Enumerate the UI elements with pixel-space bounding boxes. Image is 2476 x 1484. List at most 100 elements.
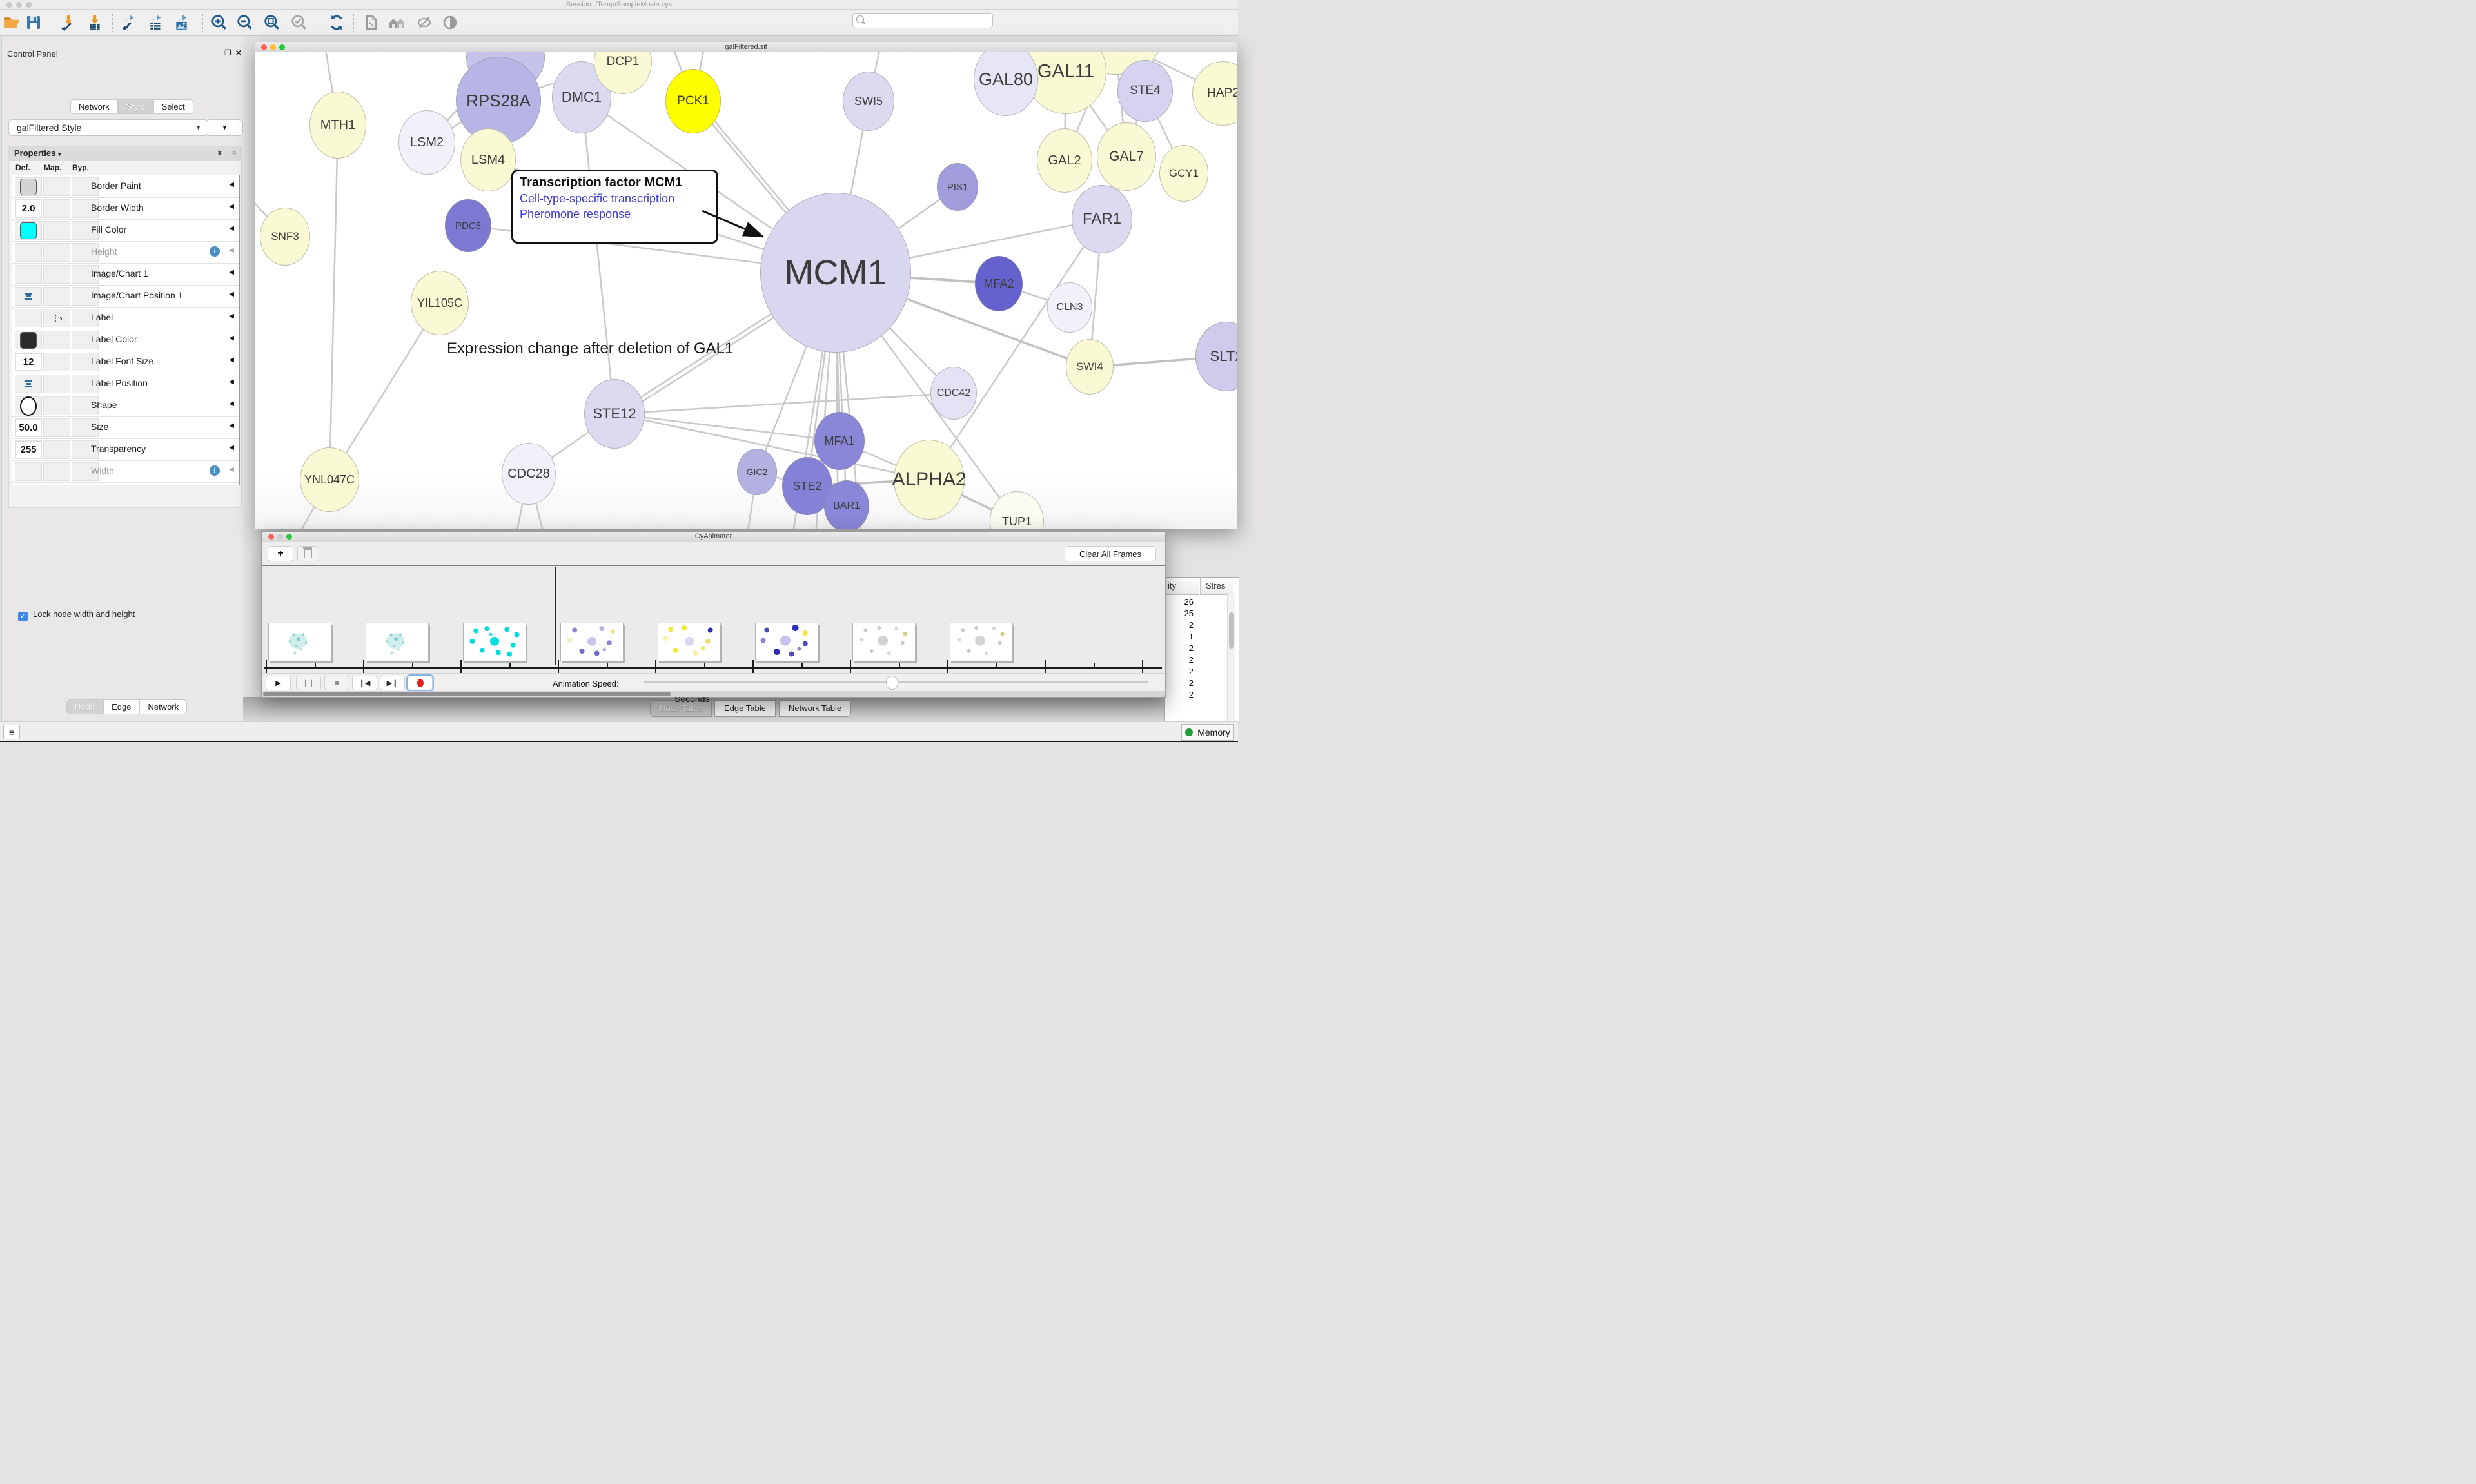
property-row-label-color[interactable]: Label Color◀: [12, 329, 239, 351]
tab-style[interactable]: Style: [118, 99, 153, 114]
default-value-cell[interactable]: 2.0: [15, 199, 42, 218]
mapping-value-cell[interactable]: [43, 221, 70, 240]
table-cell[interactable]: 2: [1165, 690, 1194, 699]
default-value-cell[interactable]: [15, 287, 42, 306]
network-overview-button donut-icon[interactable]: [441, 14, 459, 32]
expand-row-icon[interactable]: ◀: [229, 335, 234, 342]
mapping-value-cell[interactable]: [43, 353, 70, 371]
memory-button[interactable]: Memory: [1181, 724, 1234, 741]
tab-network-table[interactable]: Network Table: [779, 700, 851, 717]
property-row-label-font-size[interactable]: 12Label Font Size◀: [12, 351, 239, 373]
table-cell[interactable]: 2: [1165, 667, 1194, 676]
tab-node[interactable]: Node: [66, 699, 103, 714]
zoom-fit-button[interactable]: [263, 14, 281, 32]
default-value-cell[interactable]: [15, 331, 42, 349]
timeline-playhead[interactable]: [555, 567, 556, 665]
property-row-fill-color[interactable]: Fill Color◀: [12, 219, 239, 242]
mapping-value-cell[interactable]: [43, 375, 70, 393]
export-network-button[interactable]: [120, 14, 138, 32]
default-value-cell[interactable]: [15, 375, 42, 393]
mapping-value-cell[interactable]: [43, 177, 70, 196]
expand-row-icon[interactable]: ◀: [229, 400, 234, 407]
stop-button[interactable]: ■: [324, 676, 349, 690]
table-cell[interactable]: 2: [1165, 655, 1194, 665]
zoom-selected-button[interactable]: [290, 14, 308, 32]
property-row-label[interactable]: ⋮›Label◀: [12, 307, 239, 329]
mapping-value-cell[interactable]: [43, 418, 70, 437]
default-value-cell[interactable]: 255: [15, 440, 42, 459]
default-value-cell[interactable]: [15, 462, 42, 481]
cyanimator-titlebar[interactable]: CyAnimator: [262, 532, 1165, 542]
frame-thumbnail-2[interactable]: [463, 623, 526, 661]
table-vertical-scrollbar[interactable]: [1227, 594, 1235, 722]
property-row-border-paint[interactable]: Border Paint◀: [12, 175, 239, 198]
table-cell[interactable]: 2: [1165, 678, 1194, 688]
close-panel-icon[interactable]: ✕: [235, 48, 242, 57]
style-selector-dropdown[interactable]: galFiltered Style▼: [8, 119, 208, 136]
zoom-in-button[interactable]: [210, 14, 228, 32]
tab-edge[interactable]: Edge: [103, 699, 139, 714]
save-session-button floppy-icon[interactable]: [25, 14, 43, 32]
zoom-out-button[interactable]: [236, 14, 254, 32]
frame-thumbnail-5[interactable]: [755, 623, 818, 661]
default-value-cell[interactable]: [15, 221, 42, 240]
expand-row-icon[interactable]: ◀: [229, 247, 234, 254]
expand-row-icon[interactable]: ◀: [229, 378, 234, 386]
clone-network-button document-icon[interactable]: [362, 14, 380, 32]
default-value-cell[interactable]: [15, 396, 42, 415]
mapping-value-cell[interactable]: [43, 331, 70, 349]
expand-row-icon[interactable]: ◀: [229, 291, 234, 298]
table-cell[interactable]: 2: [1165, 620, 1194, 630]
clear-all-frames-button[interactable]: Clear All Frames: [1065, 546, 1156, 561]
frame-thumbnail-0[interactable]: [268, 623, 331, 661]
show-panels-button list-icon[interactable]: ≡: [3, 725, 20, 739]
property-row-image-chart-position-1[interactable]: Image/Chart Position 1◀: [12, 285, 239, 308]
frame-thumbnail-6[interactable]: [852, 623, 916, 661]
expand-row-icon[interactable]: ◀: [229, 269, 234, 276]
pause-button[interactable]: ❙❙: [296, 676, 321, 690]
tab-edge-table[interactable]: Edge Table: [714, 700, 776, 717]
record-button[interactable]: [408, 676, 433, 690]
skip-to-end-button[interactable]: ▶❙: [380, 676, 405, 690]
expand-row-icon[interactable]: ◀: [229, 356, 234, 364]
hide-graphics-details-button eye-slash-icon[interactable]: [415, 14, 433, 32]
frame-thumbnail-4[interactable]: [658, 623, 721, 661]
import-network-button[interactable]: [59, 14, 77, 32]
import-table-button[interactable]: [86, 14, 104, 32]
mapping-value-cell[interactable]: [43, 243, 70, 262]
property-row-shape[interactable]: Shape◀: [12, 395, 239, 417]
expand-row-icon[interactable]: ◀: [229, 181, 234, 188]
table-column-header[interactable]: Stres: [1200, 578, 1233, 595]
property-row-image-chart-1[interactable]: Image/Chart 1◀: [12, 263, 239, 286]
expand-row-icon[interactable]: ◀: [229, 422, 234, 429]
table-column-header[interactable]: ity: [1165, 578, 1199, 595]
expand-row-icon[interactable]: ◀: [229, 466, 234, 473]
search-input[interactable]: [866, 14, 991, 27]
add-frame-button[interactable]: +: [268, 546, 293, 561]
property-row-height[interactable]: Heighti◀: [12, 241, 239, 264]
property-row-size[interactable]: 50.0Size◀: [12, 416, 239, 439]
network-window-titlebar[interactable]: galFiltered.sif: [255, 42, 1237, 53]
mapping-value-cell[interactable]: [43, 265, 70, 284]
refresh-layout-button[interactable]: [328, 14, 346, 32]
mapping-value-cell[interactable]: [43, 462, 70, 481]
scrollbar-thumb[interactable]: [263, 692, 671, 696]
property-row-transparency[interactable]: 255Transparency◀: [12, 438, 239, 461]
tab-network[interactable]: Network: [70, 99, 118, 114]
tab-select[interactable]: Select: [153, 99, 193, 114]
table-cell[interactable]: 26: [1165, 597, 1194, 607]
mapping-value-cell[interactable]: [43, 440, 70, 459]
collapse-all-icon[interactable]: »: [228, 150, 239, 155]
frame-thumbnail-7[interactable]: [950, 623, 1013, 661]
animation-speed-slider[interactable]: [644, 681, 1148, 683]
float-panel-icon[interactable]: ❐: [224, 48, 231, 57]
expand-row-icon[interactable]: ◀: [229, 225, 234, 232]
property-row-width[interactable]: Widthi◀: [12, 460, 239, 483]
expand-row-icon[interactable]: ◀: [229, 444, 234, 451]
mapping-value-cell[interactable]: [43, 287, 70, 306]
default-value-cell[interactable]: [15, 265, 42, 284]
search-web-button houses-icon[interactable]: [388, 14, 406, 32]
frame-thumbnail-1[interactable]: [366, 623, 429, 661]
network-canvas[interactable]: GAL11GAL80RPS28ADMC1DCP1MTH1LSM2LSM4SNF3…: [255, 52, 1237, 529]
property-row-label-position[interactable]: Label Position◀: [12, 373, 239, 395]
